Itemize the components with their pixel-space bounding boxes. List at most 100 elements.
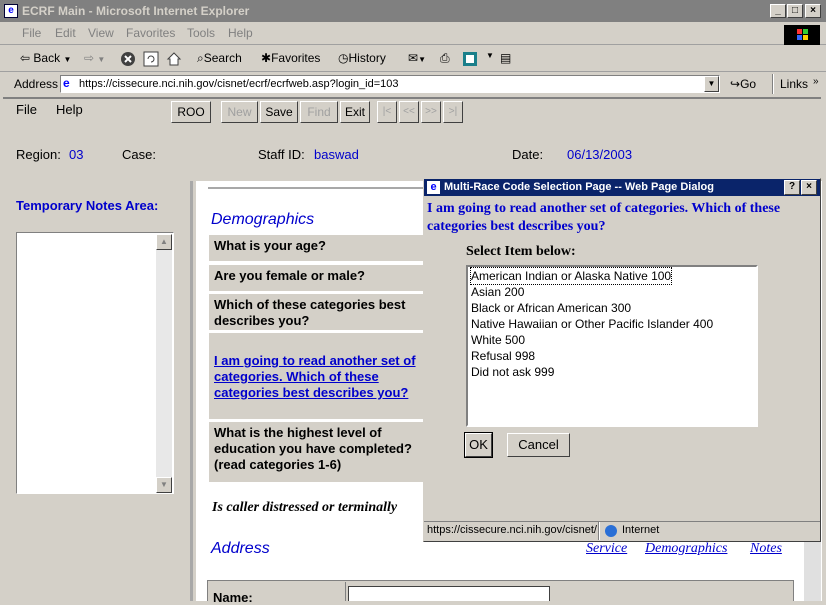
window-title: ECRF Main - Microsoft Internet Explorer <box>22 4 250 18</box>
menu-favorites[interactable]: Favorites <box>126 26 175 40</box>
address-input[interactable]: https://cissecure.nci.nih.gov/cisnet/ecr… <box>60 75 720 93</box>
dialog-help-button[interactable]: ? <box>784 180 800 195</box>
favorites-button[interactable]: ✱Favorites <box>261 51 320 65</box>
discuss-icon[interactable]: ▤ <box>500 51 511 65</box>
dialog-title: Multi-Race Code Selection Page -- Web Pa… <box>444 181 714 193</box>
address-label: Address <box>14 77 59 91</box>
list-option[interactable]: Refusal 998 <box>471 348 535 364</box>
go-label: Go <box>740 77 757 91</box>
question-race-link[interactable]: I am going to read another set of catego… <box>214 353 416 400</box>
next-record-button[interactable]: >> <box>421 101 441 123</box>
distress-question: Is caller distressed or terminally <box>212 500 398 515</box>
maximize-button[interactable]: □ <box>787 4 803 18</box>
search-button[interactable]: ⌕Search <box>197 51 242 66</box>
back-arrow-icon: ⇦ <box>20 51 31 65</box>
forward-button[interactable]: ⇨ ▼ <box>84 51 105 65</box>
favorites-icon: ✱ <box>261 51 272 65</box>
window-title-bar: ECRF Main - Microsoft Internet Explorer <box>0 0 826 22</box>
menu-tools[interactable]: Tools <box>187 26 215 40</box>
list-option[interactable]: American Indian or Alaska Native 100 <box>469 267 673 285</box>
go-arrow-icon: ↪ <box>730 77 741 91</box>
menu-edit[interactable]: Edit <box>55 26 76 40</box>
date-value: 06/13/2003 <box>567 147 633 162</box>
links-chevron-icon[interactable]: » <box>813 76 819 87</box>
nav-link-service[interactable]: Service <box>586 541 627 557</box>
list-option[interactable]: Asian 200 <box>471 284 524 300</box>
edit-icon[interactable] <box>462 51 478 70</box>
question-race-cell: I am going to read another set of catego… <box>208 332 428 420</box>
divider <box>208 181 424 189</box>
list-option[interactable]: White 500 <box>471 332 525 348</box>
dialog-title-bar: Multi-Race Code Selection Page -- Web Pa… <box>424 179 820 196</box>
status-zone: Internet <box>622 524 660 536</box>
list-option[interactable]: Did not ask 999 <box>471 364 554 380</box>
print-icon[interactable]: ⎙ <box>440 51 450 66</box>
notes-title: Temporary Notes Area: <box>16 198 159 213</box>
dialog-close-button[interactable]: × <box>801 180 817 195</box>
divider <box>345 582 346 601</box>
last-record-button[interactable]: >| <box>443 101 463 123</box>
nav-link-notes[interactable]: Notes <box>750 541 782 557</box>
select-item-label: Select Item below: <box>466 244 576 259</box>
browser-menu-bar <box>0 22 826 45</box>
divider <box>772 74 774 94</box>
app-menu-help[interactable]: Help <box>56 102 83 117</box>
demographics-heading: Demographics <box>211 211 315 228</box>
dialog-question: I am going to read another set of catego… <box>427 201 781 234</box>
stop-icon[interactable] <box>120 51 136 70</box>
staff-id-label: Staff ID: <box>258 147 305 162</box>
region-label: Region: <box>16 147 61 162</box>
save-button[interactable]: Save <box>260 101 298 123</box>
history-button[interactable]: ◷History <box>338 51 386 65</box>
question-age: What is your age? <box>208 234 428 262</box>
ie-icon: e <box>4 4 18 18</box>
mail-icon[interactable]: ✉▼ <box>408 51 426 65</box>
date-label: Date: <box>512 147 544 162</box>
links-button[interactable]: Links <box>780 77 808 91</box>
previous-record-button[interactable]: << <box>399 101 419 123</box>
app-menu-file[interactable]: File <box>16 102 37 117</box>
case-label: Case: <box>122 147 156 162</box>
dialog-ie-icon: e <box>427 181 440 194</box>
cancel-button[interactable]: Cancel <box>507 433 570 457</box>
nav-link-demographics[interactable]: Demographics <box>645 541 727 557</box>
search-icon: ⌕ <box>197 51 204 65</box>
history-icon: ◷ <box>338 51 349 65</box>
scroll-down-icon[interactable]: ▼ <box>156 477 172 493</box>
list-option[interactable]: Native Hawaiian or Other Pacific Islande… <box>471 316 713 332</box>
close-window-button[interactable]: × <box>805 4 821 18</box>
find-button[interactable]: Find <box>300 101 338 123</box>
go-button[interactable]: ↪Go <box>730 77 756 91</box>
notes-scrollbar[interactable] <box>156 234 172 493</box>
question-sex: Are you female or male? <box>208 264 428 292</box>
region-value: 03 <box>69 147 84 162</box>
address-dropdown-icon[interactable]: ▼ <box>704 76 719 92</box>
first-record-button[interactable]: |< <box>377 101 397 123</box>
new-button[interactable]: New <box>221 101 258 123</box>
back-button[interactable]: ⇦ Back ▼ <box>20 51 71 65</box>
scroll-up-icon[interactable]: ▲ <box>156 234 172 250</box>
ok-button[interactable]: OK <box>464 432 493 458</box>
race-listbox[interactable]: American Indian or Alaska Native 100 Asi… <box>466 265 758 427</box>
question-categories: Which of these categories best describes… <box>208 293 428 331</box>
address-heading: Address <box>211 540 270 557</box>
menu-help[interactable]: Help <box>228 26 253 40</box>
name-label: Name: <box>213 590 253 605</box>
menu-view[interactable]: View <box>88 26 114 40</box>
page-icon: e <box>63 77 76 90</box>
favorites-label: Favorites <box>271 51 321 65</box>
home-icon[interactable] <box>166 51 182 70</box>
name-input[interactable] <box>348 586 550 601</box>
staff-id-value: baswad <box>314 147 359 162</box>
status-url: https://cissecure.nci.nih.gov/cisnet/ <box>427 524 597 536</box>
question-education: What is the highest level of education y… <box>208 421 428 483</box>
minimize-button[interactable]: _ <box>770 4 786 18</box>
exit-button[interactable]: Exit <box>340 101 370 123</box>
refresh-icon[interactable] <box>143 51 159 70</box>
temporary-notes-textarea[interactable] <box>16 232 174 494</box>
edit-dropdown-icon[interactable]: ▼ <box>486 51 494 60</box>
back-label: Back <box>33 51 61 65</box>
list-option[interactable]: Black or African American 300 <box>471 300 631 316</box>
menu-file[interactable]: File <box>22 26 41 40</box>
roo-button[interactable]: ROO <box>171 101 211 123</box>
